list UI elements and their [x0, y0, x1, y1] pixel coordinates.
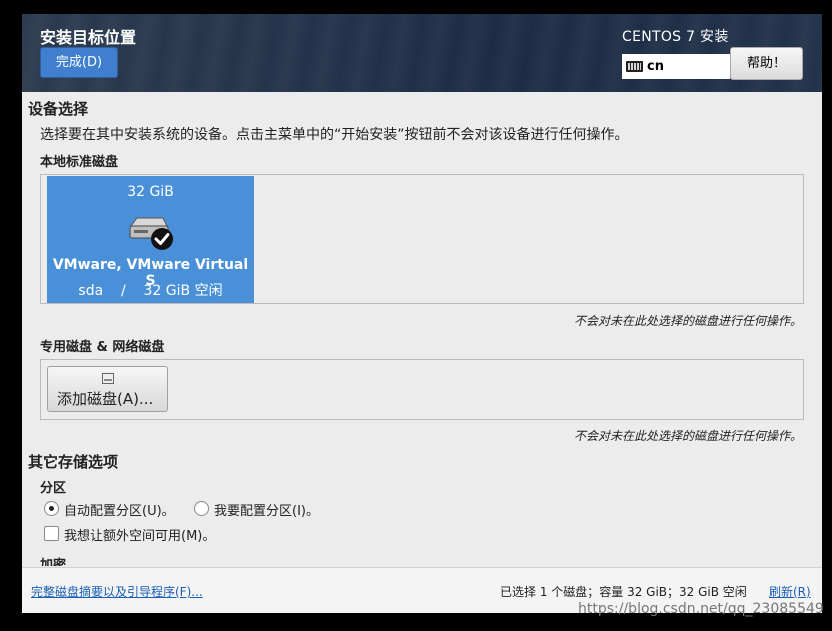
device-selection-description: 选择要在其中安装系统的设备。点击主菜单中的“开始安装”按钮前不会对该设备进行任何…: [40, 127, 629, 143]
done-button[interactable]: 完成(D): [40, 47, 118, 78]
disk-details: sda / 32 GiB 空闲: [47, 280, 254, 300]
installer-window: 安装目标位置 完成(D) CENTOS 7 安装 cn 帮助！ 设备选择 选择要…: [22, 14, 822, 613]
extra-space-checkbox[interactable]: [44, 526, 59, 541]
manual-partition-radio[interactable]: [194, 501, 209, 516]
specialized-disks-note: 不会对未在此处选择的磁盘进行任何操作。: [573, 429, 802, 443]
help-button[interactable]: 帮助！: [730, 47, 803, 80]
local-disks-heading: 本地标准磁盘: [40, 155, 119, 170]
disk-size: 32 GiB: [127, 184, 174, 200]
specialized-disks-heading: 专用磁盘 & 网络磁盘: [40, 340, 165, 355]
disk-icon: [102, 373, 114, 384]
product-title: CENTOS 7 安装: [622, 29, 729, 45]
keyboard-layout-indicator[interactable]: cn: [622, 54, 730, 79]
disk-device: sda: [78, 283, 104, 299]
manual-partition-label[interactable]: 我要配置分区(I)。: [214, 500, 319, 519]
encryption-heading: 加密: [40, 558, 67, 566]
other-storage-heading: 其它存储选项: [28, 453, 119, 471]
header-bar: 安装目标位置 完成(D) CENTOS 7 安装 cn 帮助！: [22, 14, 822, 92]
disk-free: 32 GiB 空闲: [143, 283, 223, 299]
add-disk-button[interactable]: 添加磁盘(A)...: [47, 366, 168, 412]
disk-summary-link[interactable]: 完整磁盘摘要以及引导程序(F)...: [31, 583, 203, 600]
keyboard-icon: [626, 61, 643, 72]
keyboard-layout-value: cn: [647, 59, 664, 74]
auto-partition-label[interactable]: 自动配置分区(U)。: [64, 500, 175, 519]
hard-disk-checked-icon: [129, 217, 173, 250]
local-disks-note: 不会对未在此处选择的磁盘进行任何操作。: [573, 314, 802, 328]
page-title: 安装目标位置: [40, 28, 137, 47]
specialized-disks-panel: 添加磁盘(A)...: [40, 359, 804, 420]
device-selection-heading: 设备选择: [28, 100, 89, 118]
extra-space-label[interactable]: 我想让额外空间可用(M)。: [64, 525, 215, 544]
selection-status: 已选择 1 个磁盘；容量 32 GiB；32 GiB 空闲: [500, 585, 747, 599]
watermark-text: https://blog.csdn.net/qq_23085549: [578, 601, 824, 617]
add-disk-label: 添加磁盘(A)...: [57, 390, 154, 408]
local-disks-panel: 32 GiB VMware, VMware Virtual S sda / 32…: [40, 174, 804, 304]
auto-partition-radio[interactable]: [44, 501, 59, 516]
partition-heading: 分区: [40, 481, 67, 496]
disk-separator: /: [120, 283, 126, 299]
refresh-link[interactable]: 刷新(R): [769, 583, 811, 600]
disk-card-sda[interactable]: 32 GiB VMware, VMware Virtual S sda / 32…: [47, 176, 254, 303]
